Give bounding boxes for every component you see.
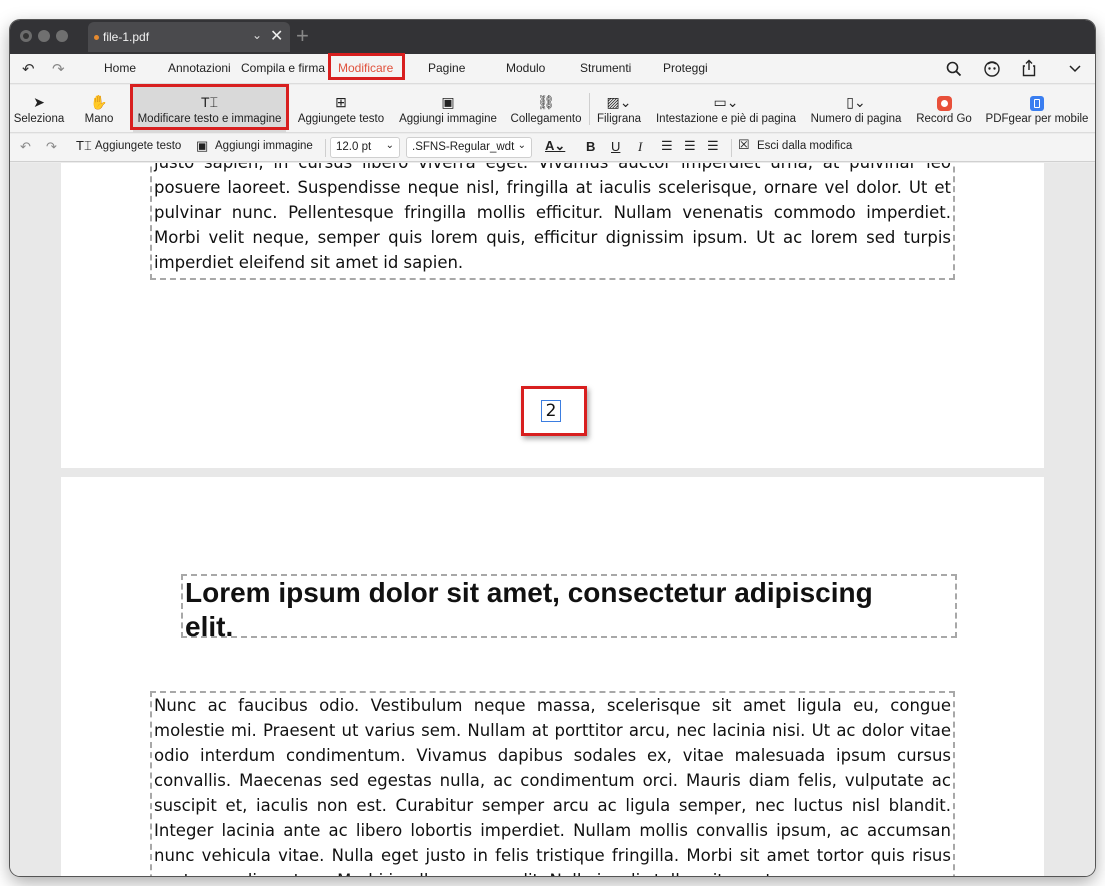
menu-annotazioni[interactable]: Annotazioni [168,61,231,75]
add-text-icon: ⊞ [335,94,347,110]
tool-aggiungete-testo[interactable]: ⊞ Aggiungete testo [294,85,388,133]
font-family-value: .SFNS-Regular_wdt [412,141,515,153]
tool-filigrana[interactable]: ▨⌄ Filigrana [594,85,644,133]
watermark-icon: ▨⌄ [606,94,632,110]
align-right-icon[interactable]: ☰ [707,138,719,154]
menu-proteggi[interactable]: Proteggi [663,61,708,75]
menu-highlight-box [328,53,405,80]
page-number-icon: ▯⌄ [846,94,866,110]
tool-label: Aggiungi immagine [399,113,497,125]
unsaved-dot-icon [94,35,99,40]
paragraph-text: justo sapien, in cursus libero viverra e… [154,163,951,272]
format-add-image-button[interactable]: Aggiungi immagine [215,140,313,152]
underline-button[interactable]: U [611,139,620,154]
font-family-select[interactable]: .SFNS-Regular_wdt ⌄ [406,137,532,158]
hand-icon: ✋ [90,94,108,110]
tool-mano[interactable]: ✋ Mano [78,85,120,133]
tool-pdfgear-mobile[interactable]: PDFgear per mobile [983,85,1091,133]
tool-label: Aggiungete testo [297,113,385,125]
text-block[interactable]: justo sapien, in cursus libero viverra e… [150,163,955,280]
menu-compila-firma[interactable]: Compila e firma [241,61,325,75]
cursor-arrow-icon: ➤ [33,94,45,110]
share-icon[interactable] [1022,59,1036,77]
page-number-highlight-box [521,386,587,436]
tool-label: Filigrana [596,113,642,125]
search-icon[interactable] [946,61,962,77]
tool-highlight-box [130,84,289,130]
redo-icon[interactable]: ↷ [52,60,65,78]
mobile-icon [1030,91,1044,113]
menu-bar: ↶ ↷ Home Annotazioni Compila e firma Mod… [10,54,1095,84]
format-bar: ↶ ↷ T⌶ Aggiungete testo ▣ Aggiungi immag… [10,134,1095,162]
tool-intestazione-pie[interactable]: ▭⌄ Intestazione e piè di pagina [652,85,800,133]
new-tab-button[interactable]: + [296,23,309,49]
minimize-window-button[interactable] [38,30,50,42]
heading-block[interactable]: Lorem ipsum dolor sit amet, consectetur … [181,574,957,642]
menu-strumenti[interactable]: Strumenti [580,61,631,75]
tool-label: Record Go [916,113,972,125]
close-tab-icon[interactable]: ✕ [270,26,283,46]
tool-label: Mano [84,113,114,125]
link-icon: ⛓ [537,94,555,110]
font-size-select[interactable]: 12.0 pt ⌄ [330,137,400,158]
paragraph-text: Nunc ac faucibus odio. Vestibulum neque … [154,696,951,876]
undo-icon[interactable]: ↶ [22,60,35,78]
align-center-icon[interactable]: ☰ [684,138,696,154]
close-window-button[interactable] [20,30,32,42]
tool-label: Intestazione e piè di pagina [655,113,797,125]
align-left-icon[interactable]: ☰ [661,138,673,154]
tool-label: PDFgear per mobile [985,113,1089,125]
chevron-down-icon: ⌄ [385,140,394,151]
document-tab-title: file-1.pdf [103,30,150,44]
tool-collegamento[interactable]: ⛓ Collegamento [508,85,584,133]
chevron-down-icon[interactable] [1068,64,1082,74]
zoom-window-button[interactable] [56,30,68,42]
menu-home[interactable]: Home [104,61,136,75]
undo-icon[interactable]: ↶ [20,139,31,155]
format-divider [325,139,326,157]
exit-edit-icon[interactable]: ☒ [738,137,750,153]
add-image-icon: ▣ [196,138,209,153]
text-cursor-icon: T⌶ [76,138,92,153]
header-footer-icon: ▭⌄ [713,94,739,110]
toolbar-divider [589,93,590,125]
tool-numero-pagina[interactable]: ▯⌄ Numero di pagina [808,85,904,133]
pdf-page-2: Lorem ipsum dolor sit amet, consectetur … [61,477,1044,876]
chevron-down-icon: ⌄ [517,140,526,151]
tool-seleziona[interactable]: ➤ Seleziona [10,85,68,133]
add-image-icon: ▣ [441,94,455,110]
format-add-text-button[interactable]: Aggiungete testo [95,140,181,152]
tool-record-go[interactable]: Record Go [913,85,975,133]
tool-label: Numero di pagina [810,113,902,125]
document-viewer[interactable]: justo sapien, in cursus libero viverra e… [10,163,1095,876]
menu-modulo[interactable]: Modulo [506,61,545,75]
document-tab[interactable]: file-1.pdf ⌄ ✕ [88,22,290,52]
heading-text: Lorem ipsum dolor sit amet, consectetur … [185,577,873,642]
title-bar: file-1.pdf ⌄ ✕ + [10,20,1095,54]
pdf-page-1: justo sapien, in cursus libero viverra e… [61,163,1044,468]
italic-button[interactable]: I [638,139,642,155]
text-block[interactable]: Nunc ac faucibus odio. Vestibulum neque … [150,691,955,876]
format-divider [731,139,732,157]
tool-label: Seleziona [13,113,65,125]
font-size-value: 12.0 pt [336,141,372,153]
tool-aggiungi-immagine[interactable]: ▣ Aggiungi immagine [396,85,500,133]
bold-button[interactable]: B [586,139,595,154]
exit-edit-button[interactable]: Esci dalla modifica [757,140,852,152]
record-icon [936,91,952,113]
redo-icon[interactable]: ↷ [46,139,57,155]
text-color-icon[interactable]: A⌄ [545,138,565,154]
tool-label: Collegamento [510,113,582,125]
ai-assistant-icon[interactable] [983,60,1001,78]
app-window: file-1.pdf ⌄ ✕ + ↶ ↷ Home Annotazioni Co… [10,20,1095,876]
menu-pagine[interactable]: Pagine [428,61,465,75]
chevron-down-icon[interactable]: ⌄ [252,28,262,42]
